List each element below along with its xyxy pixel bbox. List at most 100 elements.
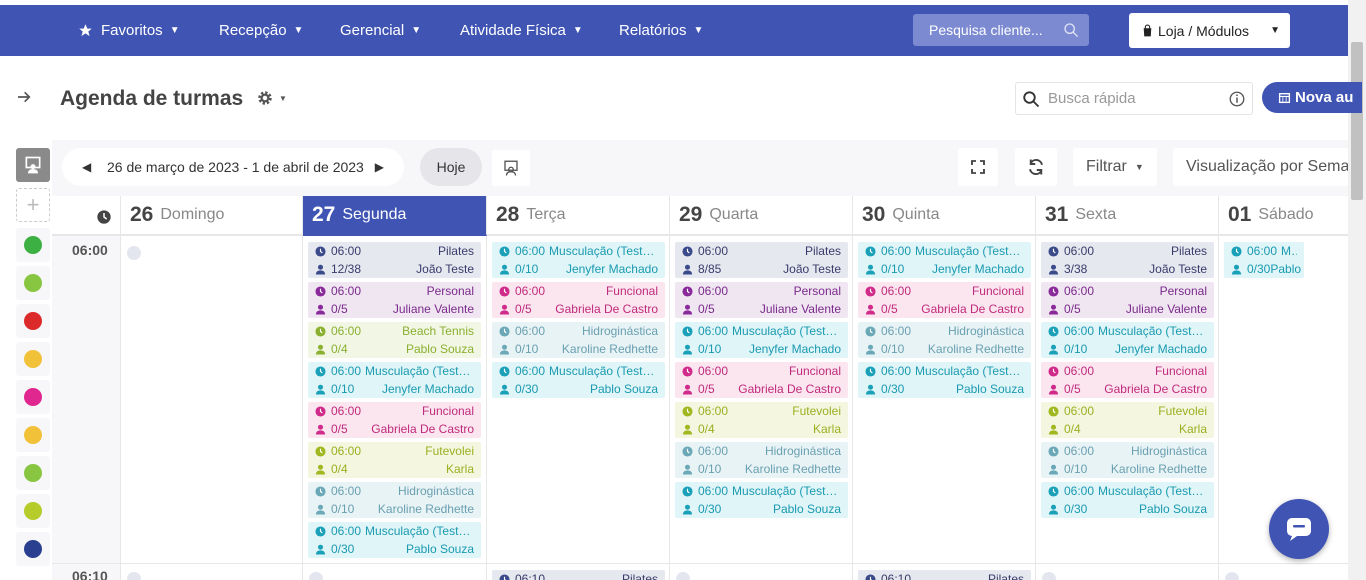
- class-card[interactable]: 06:00 Funcional 0/5 Gabriela De Castro: [1041, 362, 1214, 398]
- class-card[interactable]: 06:00 Hidroginástica 0/10 Karoline Redhette: [675, 442, 848, 478]
- class-card[interactable]: 06:00 Hidroginástica 0/10 Karoline Redhette: [308, 482, 481, 518]
- class-card-people-row: 0/4 Pablo Souza: [315, 340, 474, 358]
- class-card[interactable]: 06:00 Musculação (Teste ... 0/30 Pablo Souz…: [308, 522, 481, 558]
- empty-slot-indicator[interactable]: [309, 572, 323, 580]
- class-card[interactable]: 06:00 Futevolei 0/4 Karla: [1041, 402, 1214, 438]
- day-header-sábado[interactable]: 01 Sábado: [1219, 196, 1348, 236]
- class-card-people-row: 0/5 Juliane Valente: [1048, 300, 1207, 318]
- class-card[interactable]: 06:00 Funcional 0/5 Gabriela De Castro: [308, 402, 481, 438]
- class-card-people-row: 0/10 Karoline Redhette: [499, 340, 658, 358]
- class-card[interactable]: 06:00 Musculação (Teste ... 0/10 Jenyfer Ma…: [675, 322, 848, 358]
- class-card[interactable]: 06:00Musculação (0/30Pablo: [1224, 242, 1304, 278]
- day-header-terça[interactable]: 28 Terça: [487, 196, 670, 236]
- fullscreen-button[interactable]: [958, 148, 998, 186]
- class-time: 06:00: [1064, 244, 1095, 258]
- class-card[interactable]: 06:00 Musculação (Teste ... 0/30 Pablo Souz…: [858, 362, 1031, 398]
- class-card[interactable]: 06:00 Hidroginástica 0/10 Karoline Redhette: [492, 322, 665, 358]
- day-header-quinta[interactable]: 30 Quinta: [853, 196, 1036, 236]
- today-button[interactable]: Hoje: [420, 148, 482, 186]
- empty-slot-indicator[interactable]: [1225, 572, 1239, 580]
- nav-relatorios[interactable]: Relatórios ▼: [619, 5, 703, 56]
- day-column[interactable]: [121, 236, 303, 580]
- color-filter-item[interactable]: [16, 228, 50, 262]
- color-filter-item[interactable]: [16, 304, 50, 338]
- clock-icon: [499, 365, 510, 377]
- scrollbar-thumb[interactable]: [1351, 42, 1363, 200]
- class-card[interactable]: 06:00 Musculação (Teste ... 0/10 Jenyfer Ma…: [308, 362, 481, 398]
- store-modules-button[interactable]: Loja / Módulos ▼: [1129, 13, 1290, 48]
- class-card[interactable]: 06:00 Pilates 12/38 João Teste: [308, 242, 481, 278]
- class-card[interactable]: 06:00 Personal 0/5 Juliane Valente: [675, 282, 848, 318]
- color-filter-item[interactable]: [16, 494, 50, 528]
- person-icon: [315, 344, 326, 355]
- filter-dropdown[interactable]: Filtrar ▼: [1073, 148, 1157, 186]
- class-card[interactable]: 06:00 Funcional 0/5 Gabriela De Castro: [492, 282, 665, 318]
- day-header-domingo[interactable]: 26 Domingo: [121, 196, 303, 236]
- nav-gerencial[interactable]: Gerencial ▼: [340, 5, 421, 56]
- class-card[interactable]: 06:00 Pilates 8/85 João Teste: [675, 242, 848, 278]
- refresh-button[interactable]: [1015, 148, 1057, 186]
- class-card[interactable]: 06:00 Musculação (Teste ... 0/30 Pablo Souz…: [1041, 482, 1214, 518]
- class-card[interactable]: 06:00 Futevolei 0/4 Karla: [308, 442, 481, 478]
- add-filter-button[interactable]: +: [16, 188, 50, 222]
- color-filter-item[interactable]: [16, 532, 50, 566]
- class-time: 06:00: [698, 244, 729, 258]
- class-card-people-row: 0/10 Karoline Redhette: [315, 500, 474, 518]
- view-mode-dropdown[interactable]: Visualização por Seman: [1173, 148, 1348, 186]
- color-filter-item[interactable]: [16, 342, 50, 376]
- nav-favoritos[interactable]: Favoritos ▼: [78, 5, 180, 56]
- new-class-button[interactable]: Nova au: [1262, 82, 1362, 113]
- color-filter-item[interactable]: [16, 418, 50, 452]
- class-card[interactable]: 06:00 Musculação (Teste ... 0/10 Jenyfer Ma…: [858, 242, 1031, 278]
- empty-slot-indicator[interactable]: [676, 572, 690, 580]
- class-card-people-row: 0/10 Jenyfer Machado: [315, 380, 474, 398]
- day-header-sexta[interactable]: 31 Sexta: [1036, 196, 1219, 236]
- chat-button[interactable]: [1269, 499, 1329, 559]
- class-card[interactable]: 06:00 Musculação (Teste ... 0/30 Pablo Souz…: [675, 482, 848, 518]
- empty-slot-indicator[interactable]: [127, 572, 141, 580]
- person-icon: [499, 304, 510, 315]
- class-card[interactable]: 06:00 Beach Tennis 0/4 Pablo Souza: [308, 322, 481, 358]
- color-filter-item[interactable]: [16, 456, 50, 490]
- nav-recepcao[interactable]: Recepção ▼: [219, 5, 303, 56]
- class-title: Pilates: [1170, 244, 1207, 258]
- color-filter-item[interactable]: [16, 266, 50, 300]
- class-card[interactable]: 06:00 Hidroginástica 0/10 Karoline Redhette: [858, 322, 1031, 358]
- class-card[interactable]: 06:10 Pilates: [858, 570, 1031, 580]
- client-search-input[interactable]: Pesquisa cliente...: [913, 14, 1089, 46]
- class-card[interactable]: 06:00 Pilates 3/38 João Teste: [1041, 242, 1214, 278]
- day-header-segunda[interactable]: 27 Segunda: [303, 196, 487, 236]
- color-filter-item[interactable]: [16, 380, 50, 414]
- class-card[interactable]: 06:00 Hidroginástica 0/10 Karoline Redhette: [1041, 442, 1214, 478]
- class-card-time-row: 06:00 Funcional: [315, 402, 474, 420]
- class-card[interactable]: 06:00 Musculação (Teste ... 0/10 Jenyfer Ma…: [492, 242, 665, 278]
- class-card-people-row: 0/30 Pablo Souza: [865, 380, 1024, 398]
- class-card[interactable]: 06:00 Funcional 0/5 Gabriela De Castro: [675, 362, 848, 398]
- class-occupancy: 0/10: [881, 262, 905, 276]
- star-icon: [79, 24, 92, 37]
- class-card[interactable]: 06:00 Futevolei 0/4 Karla: [675, 402, 848, 438]
- quick-search-input[interactable]: Busca rápida: [1015, 82, 1253, 115]
- teacher-view-button[interactable]: [492, 150, 530, 186]
- professor-filter-button[interactable]: [16, 148, 50, 182]
- class-card[interactable]: 06:00 Musculação (Teste ... 0/10 Jenyfer Ma…: [1041, 322, 1214, 358]
- empty-slot-indicator[interactable]: [127, 246, 141, 260]
- next-week-chevron-icon[interactable]: ▶: [375, 160, 384, 174]
- class-card-time-row: 06:00 Musculação (Teste ...: [499, 362, 658, 380]
- nav-atividade-fisica[interactable]: Atividade Física ▼: [460, 5, 583, 56]
- top-navbar: Favoritos ▼ Recepção ▼ Gerencial ▼ Ativi…: [0, 5, 1348, 56]
- class-card[interactable]: 06:00 Personal 0/5 Juliane Valente: [308, 282, 481, 318]
- class-card[interactable]: 06:00 Musculação (Teste ... 0/30 Pablo Souz…: [492, 362, 665, 398]
- slot-divider: [52, 563, 1348, 564]
- expand-sidebar-arrow-icon[interactable]: [16, 88, 32, 111]
- day-header-quarta[interactable]: 29 Quarta: [670, 196, 853, 236]
- info-icon[interactable]: [1228, 90, 1246, 108]
- class-card[interactable]: 06:10 Pilates: [492, 570, 665, 580]
- class-card[interactable]: 06:00 Personal 0/5 Juliane Valente: [1041, 282, 1214, 318]
- class-instructor: Karoline Redhette: [744, 462, 841, 476]
- empty-slot-indicator[interactable]: [1042, 572, 1056, 580]
- prev-week-chevron-icon[interactable]: ◀: [82, 160, 91, 174]
- class-card[interactable]: 06:00 Funcional 0/5 Gabriela De Castro: [858, 282, 1031, 318]
- nav-atividade-fisica-label: Atividade Física: [460, 22, 566, 39]
- settings-gear-button[interactable]: ▼: [256, 89, 287, 112]
